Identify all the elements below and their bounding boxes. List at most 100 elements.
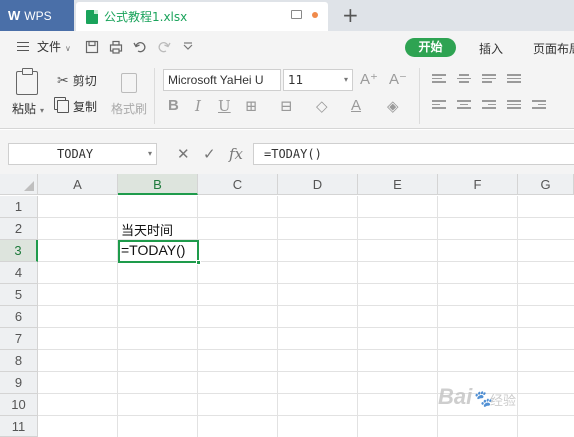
align-top-icon[interactable] — [432, 74, 446, 84]
cut-label: 剪切 — [72, 74, 97, 88]
app-name: WPS — [24, 8, 52, 23]
spreadsheet-file-icon — [86, 9, 98, 24]
align-right-icon[interactable] — [482, 100, 496, 110]
column-gridline — [517, 196, 518, 437]
row-header-2[interactable]: 2 — [0, 218, 38, 240]
row-gridline — [38, 305, 574, 306]
row-gridline — [38, 371, 574, 372]
cell-b2[interactable]: 当天时间 — [121, 220, 173, 239]
watermark-text: 经验 — [490, 394, 517, 409]
chevron-down-icon: ∨ — [65, 44, 71, 53]
font-color-icon[interactable]: A — [351, 97, 361, 114]
indent-icon[interactable] — [532, 100, 546, 110]
font-size-value: 11 — [288, 73, 304, 87]
watermark-logo: Bai🐾 — [438, 384, 493, 409]
row-header-5[interactable]: 5 — [0, 284, 38, 306]
align-justify-icon[interactable] — [507, 74, 521, 84]
row-header-7[interactable]: 7 — [0, 328, 38, 350]
ribbon: 粘贴 ▾ ✂ 剪切 复制 格式刷 Microsoft YaHei U 11 ▾ A… — [0, 62, 574, 129]
ribbon-divider — [419, 68, 420, 124]
row-header-3[interactable]: 3 — [0, 240, 38, 262]
align-left-icon[interactable] — [432, 100, 446, 110]
wps-home-tab[interactable]: W WPS — [0, 0, 74, 31]
cut-button[interactable]: ✂ 剪切 — [57, 72, 97, 89]
fill-color-icon[interactable]: ◇ — [316, 97, 328, 115]
column-gridline — [197, 196, 198, 437]
tab-page-layout[interactable]: 页面布局 — [533, 40, 574, 57]
active-cell-border — [118, 240, 199, 263]
column-header-e[interactable]: E — [358, 174, 438, 195]
italic-icon[interactable]: I — [195, 97, 201, 115]
tab-start[interactable]: 开始 — [405, 38, 456, 57]
confirm-icon[interactable]: ✓ — [203, 145, 216, 163]
format-painter-icon — [121, 73, 137, 93]
tab-insert[interactable]: 插入 — [479, 40, 503, 57]
name-box-value: TODAY — [57, 147, 94, 161]
chevron-down-icon: ▾ — [343, 75, 348, 84]
row-header-1[interactable]: 1 — [0, 196, 38, 218]
column-header-a[interactable]: A — [38, 174, 118, 195]
column-header-d[interactable]: D — [278, 174, 358, 195]
font-size-select[interactable]: 11 ▾ — [283, 69, 353, 91]
select-all-corner[interactable] — [0, 174, 38, 195]
distributed-align-icon[interactable] — [507, 100, 521, 110]
copy-button[interactable]: 复制 — [57, 98, 97, 115]
increase-font-icon[interactable]: A⁺ — [360, 70, 378, 88]
undo-icon[interactable] — [133, 40, 147, 54]
chevron-down-icon: ▾ — [147, 149, 152, 158]
unsaved-dot-icon — [312, 11, 318, 18]
ribbon-divider — [154, 68, 155, 124]
clear-format-icon[interactable]: ◈ — [387, 97, 399, 115]
merge-cells-icon[interactable]: ⊟ — [280, 97, 293, 115]
copy-icon — [57, 100, 69, 113]
paste-label: 粘贴 ▾ — [12, 102, 45, 116]
column-header-c[interactable]: C — [198, 174, 278, 195]
column-header-f[interactable]: F — [438, 174, 518, 195]
row-gridline — [38, 415, 574, 416]
row-header-4[interactable]: 4 — [0, 262, 38, 284]
row-header-9[interactable]: 9 — [0, 372, 38, 394]
align-center-icon[interactable] — [457, 100, 471, 110]
row-header-6[interactable]: 6 — [0, 306, 38, 328]
decrease-font-icon[interactable]: A⁻ — [389, 70, 407, 88]
row-header-8[interactable]: 8 — [0, 350, 38, 372]
format-painter-label: 格式刷 — [111, 102, 148, 116]
wps-logo-icon: W — [8, 8, 21, 23]
name-box[interactable]: TODAY ▾ — [8, 143, 157, 165]
monitor-icon[interactable] — [291, 10, 302, 19]
row-header-10[interactable]: 10 — [0, 394, 38, 416]
scissors-icon: ✂ — [57, 72, 69, 89]
copy-label: 复制 — [73, 100, 98, 114]
save-icon[interactable] — [85, 40, 99, 54]
font-name-select[interactable]: Microsoft YaHei U — [163, 69, 281, 91]
bold-icon[interactable]: B — [168, 97, 179, 114]
formula-input[interactable]: =TODAY() — [253, 143, 574, 165]
file-menu[interactable]: 文件 ∨ — [37, 38, 71, 55]
document-tab[interactable]: 公式教程1.xlsx — [76, 2, 328, 31]
print-icon[interactable] — [109, 40, 123, 54]
insert-function-icon[interactable]: fx — [229, 145, 243, 163]
customize-toolbar-icon[interactable] — [181, 40, 195, 54]
column-header-b[interactable]: B — [118, 174, 198, 195]
fill-handle[interactable] — [196, 260, 201, 265]
document-name: 公式教程1.xlsx — [104, 10, 188, 24]
align-middle-icon[interactable] — [457, 74, 471, 84]
column-header-g[interactable]: G — [518, 174, 574, 195]
cancel-icon[interactable]: ✕ — [177, 145, 190, 163]
row-header-11[interactable]: 11 — [0, 416, 38, 437]
row-gridline — [38, 283, 574, 284]
underline-icon[interactable]: U — [218, 97, 231, 115]
border-icon[interactable]: ⊞ — [245, 97, 258, 115]
row-gridline — [38, 349, 574, 350]
column-gridline — [117, 196, 118, 437]
new-tab-button[interactable]: + — [342, 3, 359, 27]
align-bottom-icon[interactable] — [482, 74, 496, 84]
redo-icon[interactable] — [157, 40, 171, 54]
row-gridline — [38, 217, 574, 218]
column-gridline — [277, 196, 278, 437]
file-menu-label: 文件 — [37, 40, 62, 54]
column-gridline — [357, 196, 358, 437]
title-bar: W WPS 公式教程1.xlsx + — [0, 0, 574, 31]
hamburger-menu-icon[interactable] — [17, 42, 29, 51]
row-gridline — [38, 327, 574, 328]
